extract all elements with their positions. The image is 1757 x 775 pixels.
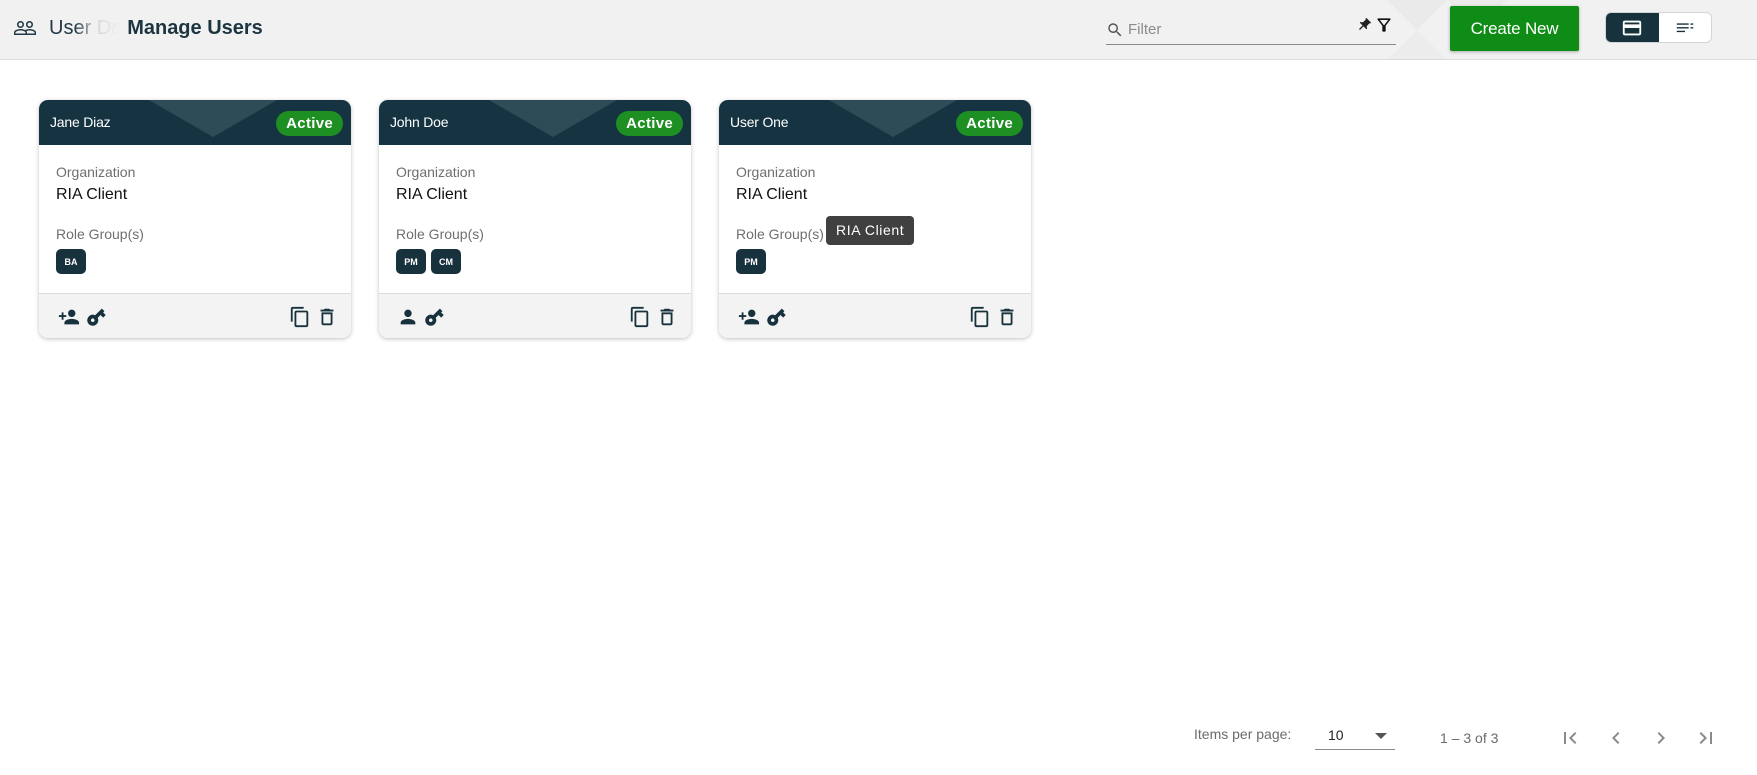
card-view-button[interactable] <box>1606 13 1659 42</box>
person-icon <box>400 309 416 325</box>
copy-icon <box>290 306 309 328</box>
role-chips: PM CM <box>396 249 681 274</box>
user-name: John Doe <box>390 114 449 130</box>
card-actions <box>719 293 1031 338</box>
card-actions-right <box>969 306 1018 328</box>
user-card[interactable]: John Doe Active Organization RIA Client … <box>379 100 691 338</box>
last-page-button[interactable] <box>1694 726 1718 750</box>
filter-input[interactable] <box>1128 21 1338 38</box>
role-groups-label: Role Group(s) <box>396 226 484 242</box>
organization-value: RIA Client <box>736 186 808 203</box>
delete-icon <box>660 308 674 326</box>
person-add-icon <box>738 309 760 325</box>
user-name: Jane Diaz <box>50 114 111 130</box>
key-icon <box>767 308 786 326</box>
items-per-page-value: 10 <box>1328 727 1344 743</box>
card-body: Organization RIA Client Role Group(s) PM… <box>396 145 681 274</box>
role-chip: PM <box>396 249 426 274</box>
delete-button[interactable] <box>656 306 678 328</box>
card-actions <box>379 293 691 338</box>
organization-label: Organization <box>56 164 136 180</box>
first-page-button[interactable] <box>1558 726 1582 750</box>
status-badge: Active <box>276 111 343 136</box>
items-per-page-label: Items per page: <box>1194 726 1292 742</box>
breadcrumb: User Dashboard > Manage Users <box>13 14 263 42</box>
create-new-button[interactable]: Create New <box>1450 6 1579 51</box>
person-button[interactable] <box>397 306 419 328</box>
view-toggle <box>1605 12 1712 43</box>
search-icon <box>1108 22 1122 36</box>
copy-icon <box>970 306 989 328</box>
delete-button[interactable] <box>316 306 338 328</box>
filter-funnel-icon[interactable] <box>1374 15 1394 35</box>
list-view-icon <box>1676 22 1693 32</box>
header-decoration <box>829 100 957 137</box>
copy-button[interactable] <box>629 306 651 328</box>
key-button[interactable] <box>85 306 107 328</box>
organization-value: RIA Client <box>396 186 468 203</box>
card-actions <box>39 293 351 338</box>
organization-label: Organization <box>736 164 816 180</box>
role-chip: PM <box>736 249 766 274</box>
last-page-icon <box>1699 732 1712 744</box>
page-title: Manage Users <box>127 16 263 39</box>
pin-icon[interactable] <box>1356 17 1372 33</box>
role-chips: PM <box>736 249 1021 274</box>
card-actions-left <box>57 306 107 328</box>
key-button[interactable] <box>765 306 787 328</box>
organization-tooltip: RIA Client <box>826 216 915 245</box>
organization-value: RIA Client <box>56 186 128 203</box>
items-per-page-select[interactable]: 10 <box>1315 720 1395 750</box>
key-icon <box>87 308 106 326</box>
role-chip: CM <box>431 249 461 274</box>
dropdown-arrow-icon <box>1375 733 1387 739</box>
chevron-left-icon <box>1612 732 1620 744</box>
copy-button[interactable] <box>969 306 991 328</box>
header-decoration <box>149 100 277 137</box>
copy-icon <box>630 306 649 328</box>
filter-field <box>1106 15 1396 45</box>
next-page-button[interactable] <box>1649 726 1673 750</box>
card-actions-right <box>629 306 678 328</box>
card-header: John Doe Active <box>379 100 691 145</box>
user-card[interactable]: Jane Diaz Active Organization RIA Client… <box>39 100 351 338</box>
page-header: User Dashboard > Manage Users Create New <box>0 0 1757 60</box>
key-button[interactable] <box>423 306 445 328</box>
user-name: User One <box>730 114 789 130</box>
card-actions-right <box>289 306 338 328</box>
key-icon <box>425 308 444 326</box>
delete-button[interactable] <box>996 306 1018 328</box>
card-actions-left <box>737 306 787 328</box>
card-body: Organization RIA Client Role Group(s) PM <box>736 145 1021 274</box>
previous-page-button[interactable] <box>1604 726 1628 750</box>
role-chips: BA <box>56 249 341 274</box>
paginator: Items per page: 10 1 – 3 of 3 <box>0 710 1757 766</box>
role-chip: BA <box>56 249 86 274</box>
card-view-icon <box>1623 20 1642 35</box>
page-range-label: 1 – 3 of 3 <box>1440 730 1499 746</box>
card-header: User One Active <box>719 100 1031 145</box>
copy-button[interactable] <box>289 306 311 328</box>
list-view-button[interactable] <box>1659 13 1712 42</box>
person-add-button[interactable] <box>57 306 81 328</box>
first-page-icon <box>1564 732 1577 744</box>
card-body: Organization RIA Client Role Group(s) BA <box>56 145 341 274</box>
people-icon <box>13 15 39 41</box>
header-decoration <box>489 100 617 137</box>
delete-icon <box>1000 308 1014 326</box>
chevron-right-icon <box>1657 732 1665 744</box>
breadcrumb-parent-link[interactable]: User Dashboard <box>49 16 121 40</box>
delete-icon <box>320 308 334 326</box>
status-badge: Active <box>616 111 683 136</box>
card-header: Jane Diaz Active <box>39 100 351 145</box>
role-groups-label: Role Group(s) <box>56 226 144 242</box>
card-actions-left <box>397 306 445 328</box>
organization-label: Organization <box>396 164 476 180</box>
person-add-icon <box>58 309 80 325</box>
status-badge: Active <box>956 111 1023 136</box>
person-add-button[interactable] <box>737 306 761 328</box>
